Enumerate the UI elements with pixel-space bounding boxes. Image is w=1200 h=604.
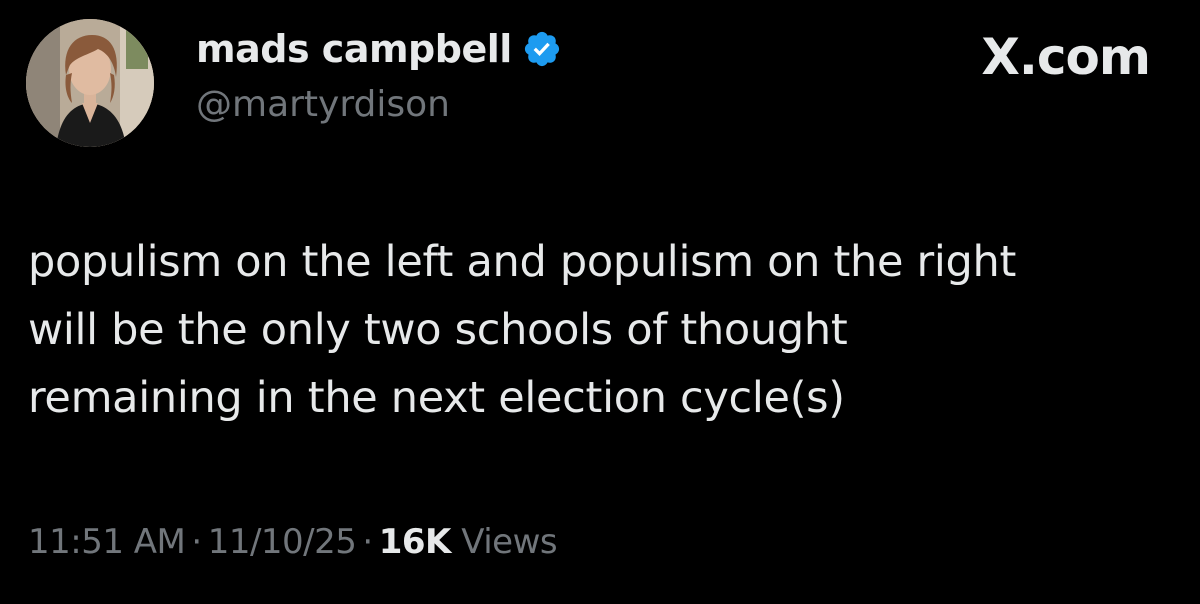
tweet-card: mads campbell @martyrdison X.com populis… [0,0,1200,604]
author-display-name[interactable]: mads campbell [196,27,512,71]
author-name-row: mads campbell [196,24,562,74]
meta-separator: · [191,522,202,562]
meta-separator: · [362,522,373,562]
tweet-date[interactable]: 11/10/25 [208,522,357,562]
avatar-photo [26,19,154,147]
tweet-text: populism on the left and populism on the… [28,237,1017,423]
verified-badge-icon[interactable] [522,29,562,69]
avatar[interactable] [26,19,154,147]
x-com-watermark: X.com [981,28,1151,86]
tweet-metadata: 11:51 AM · 11/10/25 · 16K Views [28,522,558,562]
views-count[interactable]: 16K [379,522,452,562]
views-label: Views [461,522,558,562]
tweet-time[interactable]: 11:51 AM [28,522,186,562]
author-handle[interactable]: @martyrdison [196,84,450,125]
